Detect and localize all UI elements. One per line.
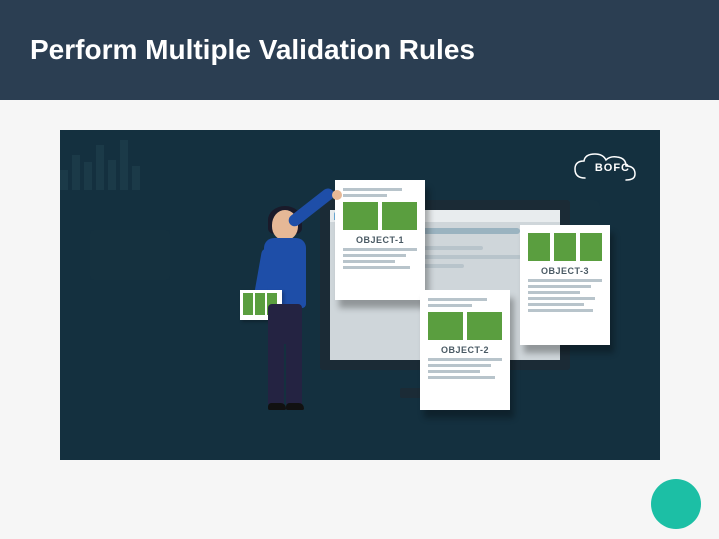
slide-header: Perform Multiple Validation Rules [0,0,719,100]
slide-content: BOFC OBJECT-1 OBJECT-2 [0,100,719,539]
document-label: OBJECT-2 [428,345,502,355]
page-title: Perform Multiple Validation Rules [30,34,475,66]
document-label: OBJECT-3 [528,266,602,276]
person-illustration [230,210,340,420]
bg-shape [90,230,170,280]
document-card-3: OBJECT-3 [520,225,610,345]
document-card-1: OBJECT-1 [335,180,425,300]
floating-action-button[interactable] [651,479,701,529]
bg-bar-chart-icon [60,130,150,190]
bofc-logo-text: BOFC [595,162,630,174]
document-card-2: OBJECT-2 [420,290,510,410]
document-label: OBJECT-1 [343,235,417,245]
hero-illustration: BOFC OBJECT-1 OBJECT-2 [60,130,660,460]
